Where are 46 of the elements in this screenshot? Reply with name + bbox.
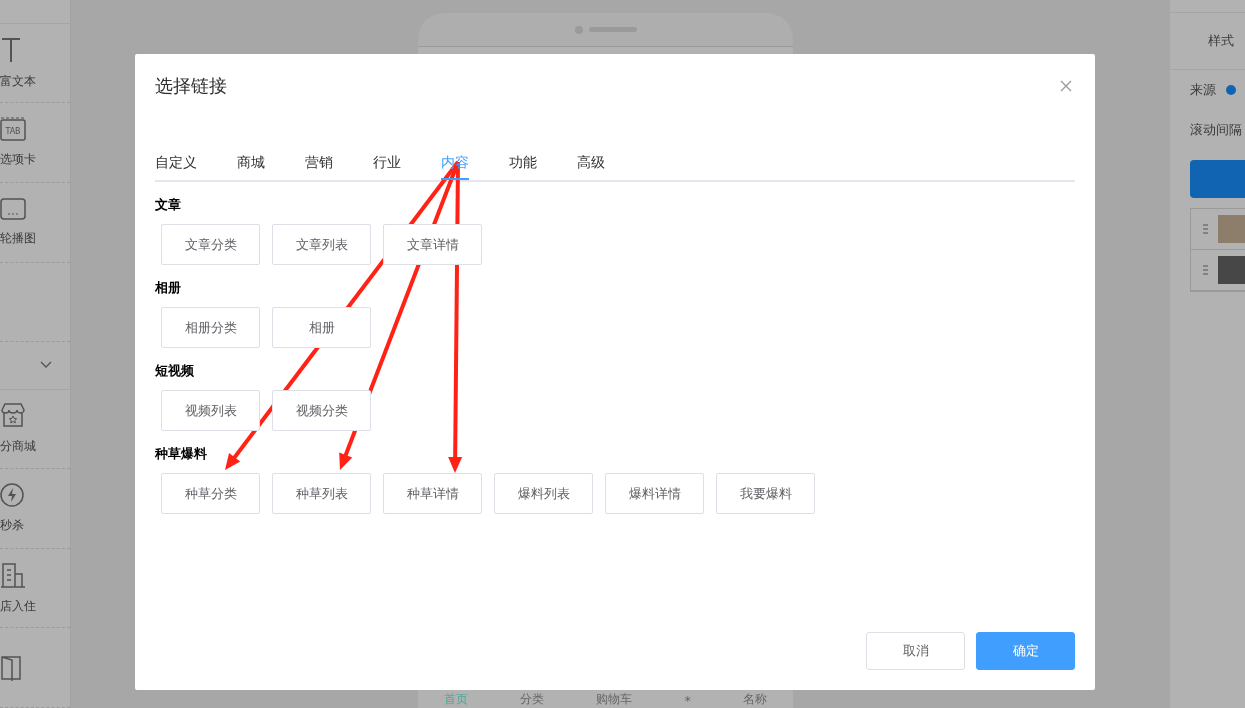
photo-placeholder <box>1218 256 1245 284</box>
link-option[interactable]: 视频列表 <box>161 390 260 431</box>
tab-icon: TAB <box>0 117 26 142</box>
link-option[interactable]: 种草详情 <box>383 473 482 514</box>
link-option[interactable]: 相册分类 <box>161 307 260 348</box>
link-option[interactable]: 我要爆料 <box>716 473 815 514</box>
lightning-icon <box>0 483 24 507</box>
sidebar-item[interactable]: 店入住 <box>0 597 36 615</box>
panel-tab[interactable]: 样式 <box>1170 13 1245 70</box>
sidebar-item[interactable]: 选项卡 <box>0 151 36 169</box>
link-option[interactable]: 爆料详情 <box>605 473 704 514</box>
link-option[interactable]: 爆料列表 <box>494 473 593 514</box>
field-label: 来源 <box>1190 81 1216 99</box>
link-option[interactable]: 文章分类 <box>161 224 260 265</box>
close-icon[interactable] <box>1060 80 1072 92</box>
field-label: 滚动间隔 <box>1190 121 1242 139</box>
link-option[interactable]: 相册 <box>272 307 371 348</box>
sidebar-item[interactable]: 秒杀 <box>0 517 24 534</box>
section-heading: 种草爆料 <box>155 445 208 463</box>
dialog-title: 选择链接 <box>155 74 227 98</box>
dialog-tab[interactable]: 商城 <box>237 146 265 180</box>
link-option[interactable]: 文章详情 <box>383 224 482 265</box>
radio-icon[interactable] <box>1226 85 1236 95</box>
dialog-tab[interactable]: 自定义 <box>155 146 197 180</box>
section-heading: 相册 <box>155 279 182 297</box>
link-option[interactable]: 文章列表 <box>272 224 371 265</box>
chevron-icon[interactable] <box>40 361 52 370</box>
photo-placeholder <box>1218 215 1245 243</box>
link-option[interactable]: 视频分类 <box>272 390 371 431</box>
link-option[interactable]: 种草列表 <box>272 473 371 514</box>
dialog-tab[interactable]: 行业 <box>373 146 401 180</box>
dialog-tab[interactable]: 营销 <box>305 146 333 180</box>
sidebar-item[interactable]: 轮播图 <box>0 229 36 247</box>
building-icon <box>0 561 26 588</box>
section-heading: 短视频 <box>155 362 195 380</box>
sidebar-item[interactable]: 分商城 <box>0 438 36 456</box>
store-icon <box>0 402 26 429</box>
dialog-tab[interactable]: 高级 <box>577 146 605 180</box>
door-icon <box>0 654 22 681</box>
link-option[interactable]: 种草分类 <box>161 473 260 514</box>
cancel-button[interactable]: 取消 <box>866 632 965 670</box>
text-icon <box>0 36 22 63</box>
section-heading: 文章 <box>155 196 182 214</box>
sidebar-item[interactable]: 富文本 <box>0 72 36 90</box>
dialog-tab[interactable]: 功能 <box>509 146 537 180</box>
carousel-icon <box>0 197 26 220</box>
